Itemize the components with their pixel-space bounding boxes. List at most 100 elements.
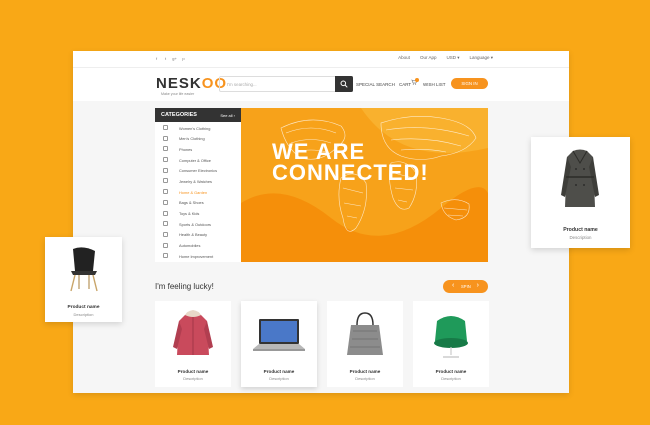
camera-icon: [163, 167, 168, 173]
twitter-icon[interactable]: t: [163, 56, 168, 61]
categories-header: CATEGORIES See all ›: [155, 108, 241, 122]
banner-line-2: CONNECTED!: [272, 160, 429, 185]
category-label: Phones: [179, 146, 193, 152]
lucky-title: I'm feeling lucky!: [155, 282, 214, 291]
category-item[interactable]: Health & Beauty: [155, 229, 241, 240]
product-card[interactable]: Product name Description: [155, 301, 231, 387]
product-description: Description: [569, 235, 592, 240]
logo-text: NESK: [156, 75, 202, 92]
category-label: Sports & Outdoors: [179, 221, 212, 227]
top-links: About Our App USD ▾ Language ▾: [398, 55, 493, 61]
categories-title: CATEGORIES: [161, 112, 197, 118]
product-name: Product name: [263, 369, 295, 374]
coat-image: [561, 149, 599, 207]
product-name: Product name: [67, 305, 100, 310]
product-description: Description: [269, 376, 289, 381]
category-list: Women's Clothing Men's Clothing Phones Comp…: [155, 122, 241, 261]
category-label: Health & Beauty: [179, 232, 208, 238]
search-input[interactable]: I'm searching...: [219, 76, 353, 92]
category-label: Automobiles: [179, 243, 201, 249]
product-description: Description: [183, 376, 203, 381]
search-button[interactable]: [335, 76, 353, 92]
pinterest-icon[interactable]: p: [181, 56, 186, 61]
floating-product-card-coat[interactable]: Product name Description: [531, 137, 630, 248]
phone-icon: [163, 146, 168, 152]
store-page: f t g+ p About Our App USD ▾ Language ▾ …: [73, 51, 569, 393]
currency-select[interactable]: USD ▾: [446, 55, 459, 61]
category-item[interactable]: Men's Clothing: [155, 133, 241, 144]
categories-menu: CATEGORIES See all › Women's Clothing Men…: [155, 108, 241, 262]
bag-image: [347, 312, 383, 355]
tools-icon: [163, 253, 168, 259]
category-label: Consumer Electronics: [179, 168, 218, 174]
category-item[interactable]: Home & Garden: [155, 186, 241, 197]
sport-icon: [163, 221, 168, 227]
product-description: Description: [355, 376, 375, 381]
signin-button[interactable]: SIGN IN: [451, 78, 488, 89]
category-item[interactable]: Bags & Shoes: [155, 197, 241, 208]
arrow-right-icon: ›: [476, 282, 479, 289]
arrow-left-icon: ‹: [452, 282, 455, 289]
category-item[interactable]: Sports & Outdoors: [155, 218, 241, 229]
toy-icon: [163, 210, 168, 216]
shirt-icon: [163, 135, 168, 141]
green-chair-image: [434, 316, 468, 358]
banner-headline: WE ARE CONNECTED!: [272, 141, 429, 185]
social-links: f t g+ p: [154, 56, 186, 61]
category-label: Men's Clothing: [179, 136, 205, 142]
watch-icon: [163, 178, 168, 184]
spin-button[interactable]: ‹ SPIN ›: [443, 280, 488, 293]
jacket-image: [173, 310, 213, 355]
world-map-graphic: [241, 108, 488, 262]
product-description: Description: [73, 312, 94, 317]
dress-icon: [163, 125, 168, 130]
see-all-link[interactable]: See all ›: [220, 113, 235, 118]
floating-product-card-chair[interactable]: Product name Description: [45, 237, 122, 322]
product-name: Product name: [563, 227, 598, 233]
product-card[interactable]: Product name Description: [327, 301, 403, 387]
spin-label: SPIN: [461, 284, 471, 289]
cart-link[interactable]: CART: [399, 82, 411, 87]
category-label: Jewelry & Watches: [179, 178, 212, 184]
product-name: Product name: [435, 369, 467, 374]
category-item[interactable]: Toys & Kids: [155, 208, 241, 219]
home-icon: [163, 189, 168, 195]
product-card[interactable]: Product name Description: [241, 301, 317, 387]
category-item[interactable]: Phones: [155, 143, 241, 154]
special-search-link[interactable]: SPECIAL SEARCH: [356, 82, 395, 87]
google-plus-icon[interactable]: g+: [172, 56, 177, 61]
product-name: Product name: [177, 369, 209, 374]
car-icon: [163, 242, 168, 248]
language-select[interactable]: Language ▾: [469, 55, 493, 61]
category-label: Home Improvement: [179, 253, 214, 259]
bag-icon: [163, 199, 168, 205]
category-label: Toys & Kids: [179, 211, 200, 216]
facebook-icon[interactable]: f: [154, 56, 159, 61]
top-bar: f t g+ p About Our App USD ▾ Language ▾: [73, 51, 569, 68]
product-description: Description: [441, 376, 461, 381]
laptop-image: [253, 319, 305, 351]
category-label: Bags & Shoes: [179, 200, 204, 206]
computer-icon: [163, 157, 168, 163]
product-card[interactable]: Product name Description: [413, 301, 489, 387]
category-item[interactable]: Computer & Office: [155, 154, 241, 165]
cart-badge: [415, 78, 419, 82]
our-app-link[interactable]: Our App: [420, 55, 437, 61]
search-icon: [340, 80, 348, 88]
search-placeholder: I'm searching...: [227, 82, 257, 87]
product-name: Product name: [349, 369, 381, 374]
hero-banner[interactable]: WE ARE CONNECTED!: [241, 108, 488, 262]
category-item[interactable]: Women's Clothing: [155, 122, 241, 133]
chair-image: [70, 247, 98, 292]
category-item[interactable]: Home Improvement: [155, 250, 241, 261]
logo[interactable]: NESKOO: [156, 75, 227, 92]
wish-list-link[interactable]: WISH LIST: [423, 82, 446, 87]
category-item[interactable]: Automobiles: [155, 240, 241, 251]
category-label: Computer & Office: [179, 157, 211, 163]
category-item[interactable]: Jewelry & Watches: [155, 175, 241, 186]
tagline: Make your life easier: [161, 92, 195, 96]
category-item[interactable]: Consumer Electronics: [155, 165, 241, 176]
about-link[interactable]: About: [398, 55, 410, 61]
health-icon: [163, 231, 168, 237]
category-label: Women's Clothing: [179, 125, 211, 131]
